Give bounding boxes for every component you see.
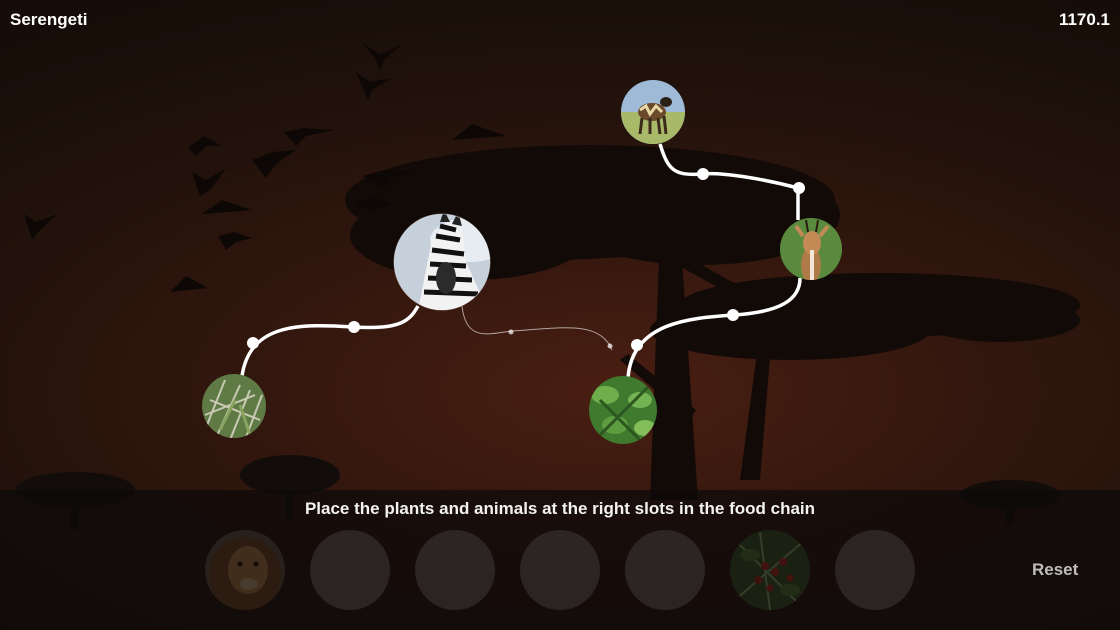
score-display: 1170.1 [1058,10,1110,29]
instruction-text: Place the plants and animals at the righ… [304,499,816,518]
reset-button[interactable]: Reset [1032,560,1078,580]
tray-slot-3[interactable] [415,530,495,610]
node-grass[interactable] [200,372,268,440]
tray-slot-7[interactable] [835,530,915,610]
tray-slot-2[interactable] [310,530,390,610]
acacia-tree [345,145,1080,500]
level-title: Serengeti [10,10,88,29]
node-wild-dog[interactable] [620,80,686,146]
node-shrub[interactable] [588,376,658,446]
tray-slot-5[interactable] [625,530,705,610]
tray-slot-4[interactable] [520,530,600,610]
